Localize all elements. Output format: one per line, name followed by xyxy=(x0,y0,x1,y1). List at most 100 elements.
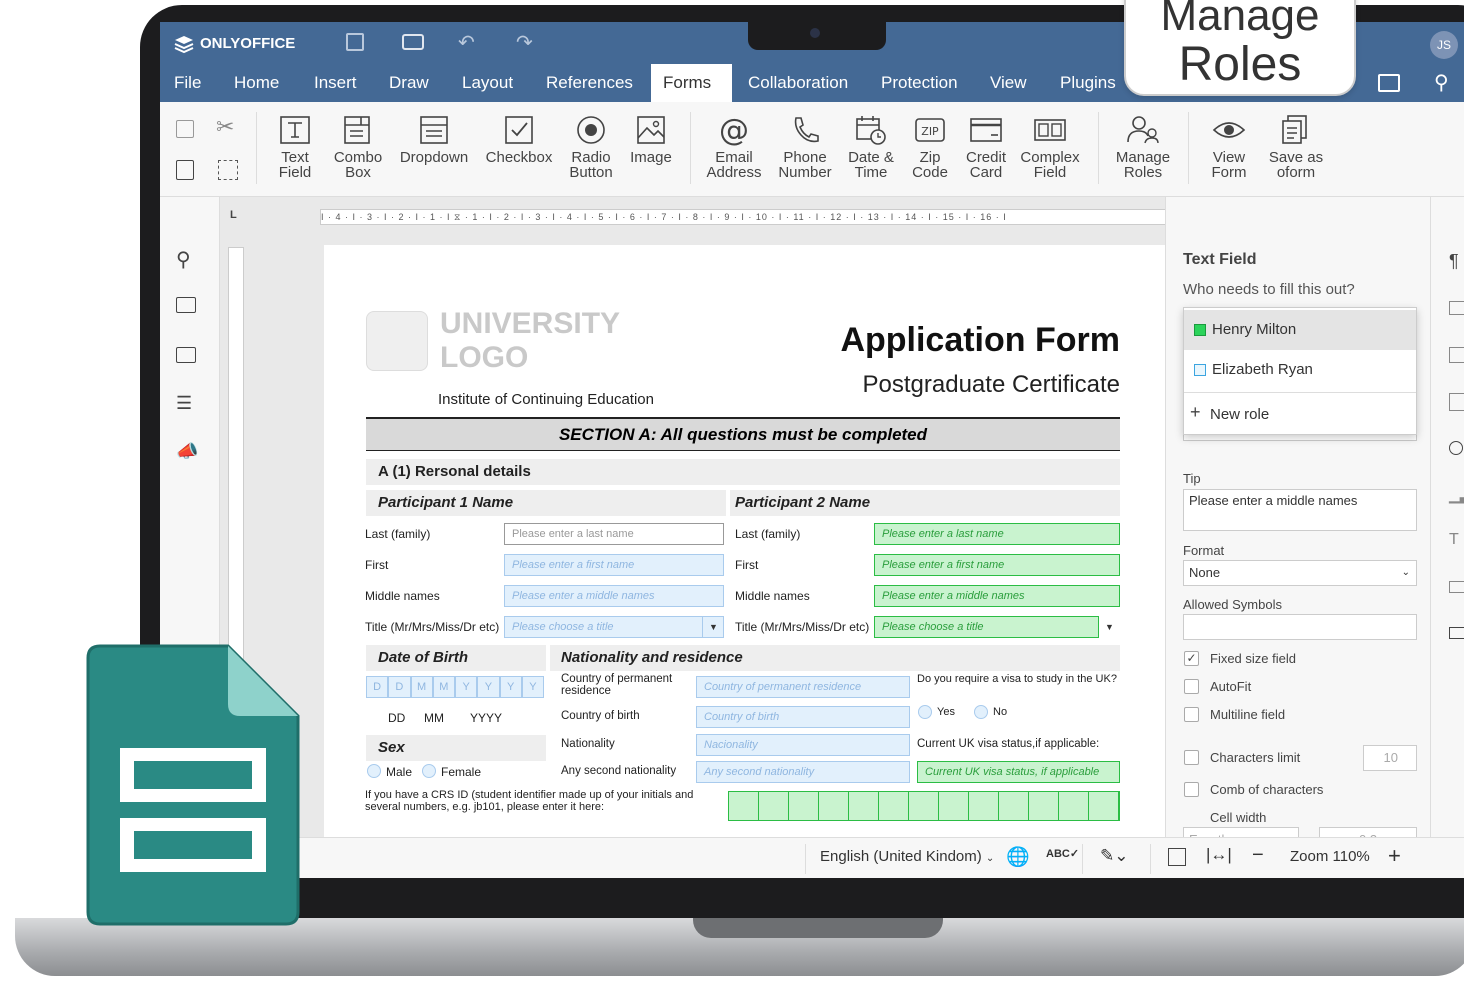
second-nat-input[interactable]: Any second nationality xyxy=(696,761,910,783)
email-address-button[interactable]: @ Email Address xyxy=(700,114,768,180)
open-location-icon[interactable] xyxy=(1378,74,1400,92)
visa-status-input[interactable]: Current UK visa status, if applicable xyxy=(917,761,1120,783)
logo-placeholder xyxy=(366,311,428,371)
chevron-down-icon[interactable]: ▼ xyxy=(1098,616,1120,638)
date-time-button[interactable]: Date & Time xyxy=(846,114,896,180)
copy-icon[interactable] xyxy=(176,120,194,138)
paste-icon[interactable] xyxy=(176,160,194,180)
select-all-icon[interactable] xyxy=(218,160,238,180)
tab-forms[interactable]: Forms xyxy=(651,64,732,102)
crs-id-input[interactable] xyxy=(728,791,1120,821)
tab-stop-icon[interactable]: L xyxy=(230,209,237,221)
role-option-henry[interactable]: Henry Milton xyxy=(1184,310,1416,350)
p2-title-select[interactable]: Please choose a title xyxy=(874,616,1120,638)
table-icon[interactable] xyxy=(1449,301,1464,315)
tab-layout[interactable]: Layout xyxy=(450,64,525,102)
view-form-button[interactable]: View Form xyxy=(1200,114,1258,180)
track-changes-icon[interactable]: ✎⌄ xyxy=(1100,846,1129,866)
undo-icon[interactable]: ↶ xyxy=(458,30,475,55)
combo-box-button[interactable]: Combo Box xyxy=(332,114,384,180)
complex-field-icon xyxy=(1034,119,1066,141)
credit-card-button[interactable]: Credit Card xyxy=(962,114,1010,180)
avatar[interactable]: JS xyxy=(1430,31,1458,59)
tip-textarea[interactable]: Please enter a middle names xyxy=(1183,489,1417,531)
spellcheck-icon[interactable]: ABC✓ xyxy=(1046,847,1079,860)
feedback-icon[interactable]: 📣 xyxy=(176,441,202,463)
logo-line-2: LOGO xyxy=(440,341,529,374)
male-radio[interactable] xyxy=(367,764,381,778)
globe-icon[interactable]: 🌐 xyxy=(1006,845,1030,869)
country-perm-input[interactable]: Country of permanent residence xyxy=(696,676,910,698)
phone-number-button[interactable]: Phone Number xyxy=(772,114,838,180)
dob-input[interactable]: D D M M Y Y Y Y xyxy=(366,676,544,698)
zoom-out-button[interactable]: − xyxy=(1252,844,1264,867)
role-option-elizabeth[interactable]: Elizabeth Ryan xyxy=(1184,350,1416,390)
tab-insert[interactable]: Insert xyxy=(302,64,369,102)
search-icon[interactable]: ⚲ xyxy=(1434,70,1449,95)
p1-first-input[interactable]: Please enter a first name xyxy=(504,554,724,576)
p2-last-input[interactable]: Please enter a last name xyxy=(874,523,1120,545)
tab-file[interactable]: File xyxy=(162,64,213,102)
redo-icon[interactable]: ↷ xyxy=(516,30,533,55)
image-button[interactable]: Image xyxy=(626,114,676,165)
autofit-checkbox[interactable] xyxy=(1184,679,1199,694)
p2-middle-input[interactable]: Please enter a middle names xyxy=(874,585,1120,607)
yes-radio[interactable] xyxy=(918,705,932,719)
country-birth-input[interactable]: Country of birth xyxy=(696,706,910,728)
fit-width-icon[interactable]: |↔| xyxy=(1206,845,1232,865)
cut-icon[interactable]: ✂ xyxy=(216,114,234,140)
radio-button-button[interactable]: Radio Button xyxy=(566,114,616,180)
char-limit-checkbox[interactable] xyxy=(1184,750,1199,765)
zoom-in-button[interactable]: + xyxy=(1388,843,1401,869)
language-select[interactable]: English (United Kindom) ⌄ xyxy=(820,848,994,865)
chevron-down-icon[interactable]: ▼ xyxy=(702,616,724,638)
tab-collaboration[interactable]: Collaboration xyxy=(736,64,860,102)
allowed-symbols-input[interactable] xyxy=(1183,614,1417,640)
form-settings-icon[interactable] xyxy=(1449,627,1464,639)
female-radio[interactable] xyxy=(422,764,436,778)
tab-references[interactable]: References xyxy=(534,64,645,102)
text-art-icon[interactable]: T xyxy=(1449,531,1459,549)
checkbox-button[interactable]: Checkbox xyxy=(484,114,554,165)
shape-icon[interactable] xyxy=(1449,441,1463,455)
chat-icon[interactable] xyxy=(176,347,196,363)
mail-merge-icon[interactable] xyxy=(1449,581,1464,593)
p2-first-input[interactable]: Please enter a first name xyxy=(874,554,1120,576)
chart-icon[interactable]: ▁▃ xyxy=(1449,487,1464,504)
right-toolbar: ¶ ▁▃ T xyxy=(1430,197,1464,859)
no-radio[interactable] xyxy=(974,705,988,719)
dropdown-button[interactable]: Dropdown xyxy=(398,114,470,165)
fit-page-icon[interactable] xyxy=(1168,848,1186,866)
allowed-symbols-label: Allowed Symbols xyxy=(1183,597,1282,612)
nationality-input[interactable]: Nacionality xyxy=(696,734,910,756)
p1-middle-input[interactable]: Please enter a middle names xyxy=(504,585,724,607)
print-icon[interactable] xyxy=(402,34,424,50)
tab-protection[interactable]: Protection xyxy=(869,64,970,102)
comb-checkbox[interactable] xyxy=(1184,782,1199,797)
p1-title-select[interactable]: Please choose a title xyxy=(504,616,724,638)
tab-draw[interactable]: Draw xyxy=(377,64,441,102)
tab-home[interactable]: Home xyxy=(222,64,291,102)
comments-icon[interactable] xyxy=(176,297,196,313)
char-limit-input[interactable]: 10 xyxy=(1363,745,1417,771)
manage-roles-button[interactable]: Manage Roles xyxy=(1110,114,1176,180)
zip-code-button[interactable]: ZIP Zip Code xyxy=(906,114,954,180)
format-select[interactable]: None ⌄ xyxy=(1183,560,1417,586)
multiline-checkbox[interactable] xyxy=(1184,707,1199,722)
header-icon[interactable] xyxy=(1449,393,1464,411)
new-role-option[interactable]: + New role xyxy=(1184,394,1416,434)
p1-last-input[interactable]: Please enter a last name xyxy=(504,523,724,545)
save-icon[interactable] xyxy=(346,33,364,51)
complex-field-button[interactable]: Complex Field xyxy=(1018,114,1082,180)
fixed-size-checkbox[interactable]: ✓ xyxy=(1184,651,1199,666)
text-field-button[interactable]: Text Field xyxy=(272,114,318,180)
tab-view[interactable]: View xyxy=(978,64,1039,102)
navigation-icon[interactable]: ☰ xyxy=(176,393,202,415)
search-icon[interactable]: ⚲ xyxy=(176,247,202,271)
save-as-oform-button[interactable]: Save as oform xyxy=(1264,114,1328,180)
horizontal-ruler[interactable]: I · 4 · I · 3 · I · 2 · I · 1 · I ⧖ · 1 … xyxy=(320,209,1193,225)
plus-icon: + xyxy=(1190,402,1201,422)
tab-plugins[interactable]: Plugins xyxy=(1048,64,1128,102)
paragraph-icon[interactable]: ¶ xyxy=(1449,251,1459,272)
image-icon[interactable] xyxy=(1449,347,1464,363)
